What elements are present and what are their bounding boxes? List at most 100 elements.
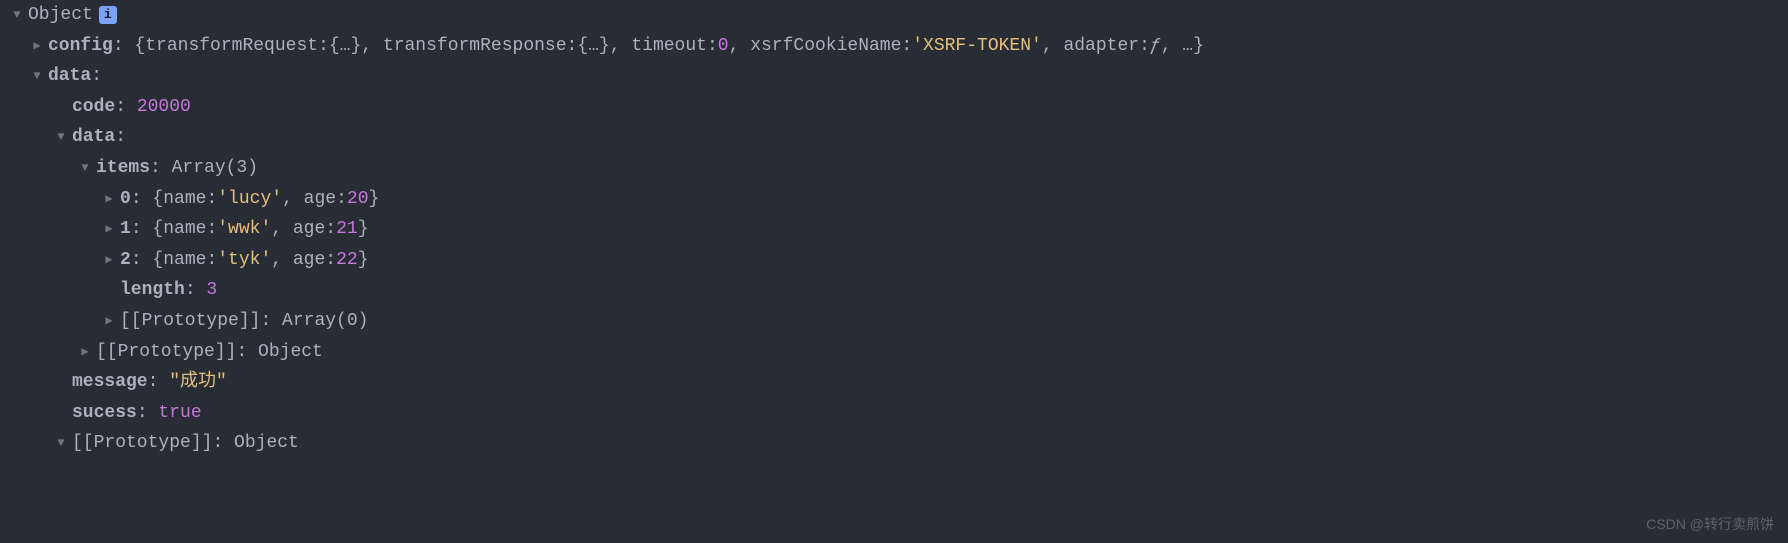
transform-response-key: transformResponse:: [383, 31, 577, 62]
colon: :: [185, 275, 207, 306]
items-preview: Array(3): [172, 153, 258, 184]
brace: }: [369, 184, 380, 215]
data-outer-row[interactable]: data :: [0, 61, 1788, 92]
object-root-row[interactable]: Object i: [0, 0, 1788, 31]
prototype-val: Array(0): [282, 306, 368, 337]
brace: {: [152, 214, 163, 245]
message-key: message: [72, 367, 148, 398]
chevron-right-icon[interactable]: [78, 342, 92, 362]
code-row[interactable]: code : 20000: [0, 92, 1788, 123]
brace: }: [358, 245, 369, 276]
prototype-val: Object: [258, 337, 323, 368]
sep: ,: [729, 31, 751, 62]
item-2-row[interactable]: 2 : { name: 'tyk' , age: 22 }: [0, 245, 1788, 276]
chevron-right-icon[interactable]: [102, 311, 116, 331]
prototype-val: Object: [234, 428, 299, 459]
colon: :: [115, 92, 137, 123]
name-val: 'lucy': [217, 184, 282, 215]
sep: ,: [1042, 31, 1064, 62]
name-val: 'wwk': [217, 214, 271, 245]
success-val: true: [158, 398, 201, 429]
colon: :: [236, 337, 258, 368]
length-key: length: [120, 275, 185, 306]
age-val: 22: [336, 245, 358, 276]
colon: :: [113, 31, 135, 62]
colon: :: [115, 122, 126, 153]
sep: ,: [610, 31, 632, 62]
adapter-key: adapter:: [1063, 31, 1149, 62]
age-key: age:: [293, 245, 336, 276]
chevron-down-icon[interactable]: [30, 66, 44, 86]
items-key: items: [96, 153, 150, 184]
prototype-array-row[interactable]: [[Prototype]] : Array(0): [0, 306, 1788, 337]
prototype-object-outer-row[interactable]: [[Prototype]] : Object: [0, 428, 1788, 459]
chevron-right-icon[interactable]: [30, 36, 44, 56]
length-val: 3: [206, 275, 217, 306]
brace: {: [152, 184, 163, 215]
colon: :: [131, 245, 153, 276]
data-key: data: [48, 61, 91, 92]
brace: {: [134, 31, 145, 62]
item-1-key: 1: [120, 214, 131, 245]
item-0-key: 0: [120, 184, 131, 215]
prototype-key: [[Prototype]]: [96, 337, 236, 368]
prototype-key: [[Prototype]]: [120, 306, 260, 337]
chevron-right-icon[interactable]: [102, 219, 116, 239]
colon: :: [91, 61, 102, 92]
colon: :: [148, 367, 170, 398]
success-row[interactable]: sucess : true: [0, 398, 1788, 429]
brace: {: [152, 245, 163, 276]
info-icon[interactable]: i: [99, 6, 117, 24]
colon: :: [131, 214, 153, 245]
object-label: Object: [28, 0, 93, 31]
name-key: name:: [163, 245, 217, 276]
config-row[interactable]: config : { transformRequest: {…} , trans…: [0, 31, 1788, 62]
colon: :: [131, 184, 153, 215]
chevron-down-icon[interactable]: [54, 127, 68, 147]
code-key: code: [72, 92, 115, 123]
colon: :: [137, 398, 159, 429]
colon: :: [260, 306, 282, 337]
chevron-right-icon[interactable]: [102, 250, 116, 270]
chevron-down-icon[interactable]: [10, 5, 24, 25]
code-val: 20000: [137, 92, 191, 123]
sep: , …}: [1161, 31, 1204, 62]
success-key: sucess: [72, 398, 137, 429]
colon: :: [150, 153, 172, 184]
chevron-right-icon[interactable]: [102, 189, 116, 209]
age-val: 21: [336, 214, 358, 245]
brace: }: [358, 214, 369, 245]
adapter-val: ƒ: [1150, 31, 1161, 62]
age-key: age:: [293, 214, 336, 245]
message-val: "成功": [169, 367, 227, 398]
prototype-key: [[Prototype]]: [72, 428, 212, 459]
transform-response-val: {…}: [577, 31, 609, 62]
sep: ,: [282, 184, 304, 215]
data-inner-row[interactable]: data :: [0, 122, 1788, 153]
name-val: 'tyk': [217, 245, 271, 276]
chevron-down-icon[interactable]: [78, 158, 92, 178]
age-val: 20: [347, 184, 369, 215]
items-row[interactable]: items : Array(3): [0, 153, 1788, 184]
item-1-row[interactable]: 1 : { name: 'wwk' , age: 21 }: [0, 214, 1788, 245]
transform-request-key: transformRequest:: [145, 31, 329, 62]
timeout-key: timeout:: [631, 31, 717, 62]
sep: ,: [271, 214, 293, 245]
xsrf-val: 'XSRF-TOKEN': [912, 31, 1042, 62]
sep: ,: [271, 245, 293, 276]
config-key: config: [48, 31, 113, 62]
length-row[interactable]: length : 3: [0, 275, 1788, 306]
colon: :: [212, 428, 234, 459]
prototype-object-inner-row[interactable]: [[Prototype]] : Object: [0, 337, 1788, 368]
chevron-down-icon[interactable]: [54, 433, 68, 453]
transform-request-val: {…}: [329, 31, 361, 62]
xsrf-key: xsrfCookieName:: [750, 31, 912, 62]
item-0-row[interactable]: 0 : { name: 'lucy' , age: 20 }: [0, 184, 1788, 215]
age-key: age:: [304, 184, 347, 215]
item-2-key: 2: [120, 245, 131, 276]
timeout-val: 0: [718, 31, 729, 62]
watermark: CSDN @转行卖煎饼: [1646, 513, 1774, 537]
name-key: name:: [163, 214, 217, 245]
message-row[interactable]: message : "成功": [0, 367, 1788, 398]
sep: ,: [361, 31, 383, 62]
